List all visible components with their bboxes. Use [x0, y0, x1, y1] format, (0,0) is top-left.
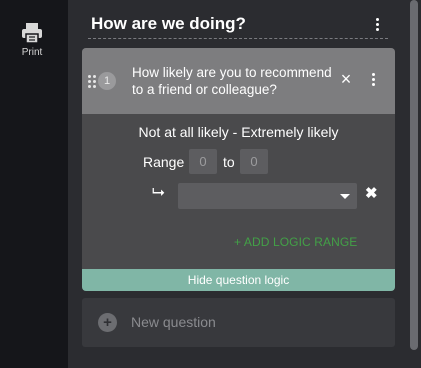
question-more-icon[interactable] [365, 72, 381, 86]
new-question-button[interactable]: + New question [82, 298, 395, 347]
new-question-label: New question [131, 314, 216, 330]
question-card: 1 How likely are you to recommend to a f… [82, 48, 395, 291]
question-text-line2: to a friend or colleague? [132, 82, 277, 97]
range-label: Range [143, 154, 185, 170]
range-from-input[interactable]: 0 [189, 149, 217, 174]
scale-label: Not at all likely - Extremely likely [138, 124, 339, 140]
close-icon[interactable]: × [337, 70, 355, 88]
range-to-label: to [223, 154, 235, 170]
logic-target-select[interactable] [178, 183, 357, 209]
question-text[interactable]: How likely are you to recommend to a fri… [132, 64, 332, 100]
question-text-line1: How likely are you to recommend [132, 65, 332, 80]
chevron-down-icon [340, 194, 350, 199]
add-logic-range-button[interactable]: + ADD LOGIC RANGE [234, 235, 357, 249]
title-underline [88, 38, 388, 39]
print-label: Print [21, 47, 43, 58]
survey-more-icon[interactable] [369, 16, 385, 32]
question-number-badge: 1 [98, 72, 116, 90]
survey-title[interactable]: How are we doing? [91, 14, 246, 34]
drag-handle-icon[interactable] [88, 75, 96, 88]
print-button[interactable]: Print [0, 22, 64, 58]
remove-range-icon[interactable]: ✖ [365, 186, 378, 202]
return-arrow-icon: ⮡ [152, 184, 165, 201]
plus-icon: + [98, 313, 117, 332]
scrollbar-thumb[interactable] [410, 0, 418, 350]
printer-icon [22, 23, 42, 44]
left-rail: Print [0, 0, 68, 368]
question-header[interactable]: 1 How likely are you to recommend to a f… [82, 48, 395, 114]
range-to-input[interactable]: 0 [240, 149, 268, 174]
hide-question-logic-button[interactable]: Hide question logic [82, 269, 395, 291]
